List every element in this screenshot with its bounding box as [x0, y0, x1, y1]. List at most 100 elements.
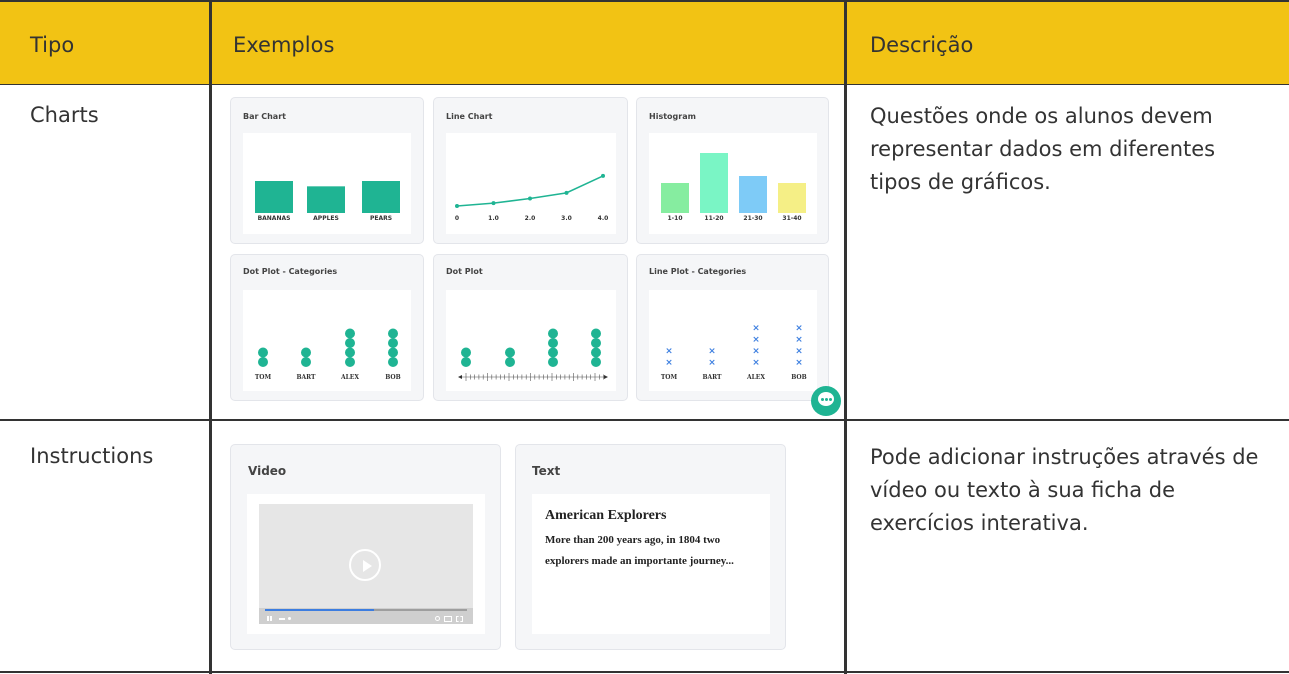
card-title: Line Plot - Categories: [649, 267, 747, 276]
card-title: Dot Plot: [446, 267, 483, 276]
dot: [388, 338, 398, 348]
play-icon[interactable]: [349, 549, 381, 581]
x-mark: ×: [795, 324, 803, 334]
category-label: TOM: [255, 374, 272, 381]
dot-plot-categories-svg: TOM BART ALEX BOB: [255, 328, 401, 381]
chat-bubble-icon[interactable]: [811, 386, 841, 416]
text-body: More than 200 years ago, in 1804 two exp…: [545, 534, 734, 567]
x-mark: ×: [752, 335, 760, 345]
header-tipo: Tipo: [30, 33, 75, 57]
histogram-bar: [739, 176, 767, 213]
header-exemplos: Exemplos: [233, 33, 335, 57]
dot: [505, 357, 515, 367]
bar: [362, 181, 400, 213]
captions-icon[interactable]: [444, 616, 452, 622]
category-label: BART: [702, 374, 722, 381]
histogram-card[interactable]: Histogram 1-10 11-20 21-30 31-40: [636, 97, 829, 244]
dot: [345, 328, 355, 339]
dot: [388, 347, 398, 358]
dot-plot-card[interactable]: Dot Plot: [433, 254, 628, 401]
x-tick-label: 4.0: [598, 215, 609, 222]
x-mark: ×: [795, 358, 803, 368]
dot: [548, 328, 558, 339]
line-chart-card[interactable]: Line Chart 0 1.0 2.0 3.0 4.0: [433, 97, 628, 244]
dot: [591, 328, 601, 339]
bar-chart-svg: BANANAS APPLES PEARS: [255, 181, 400, 222]
text-card[interactable]: Text American Explorers More than 200 ye…: [515, 444, 786, 650]
x-mark: ×: [708, 347, 716, 357]
dot: [388, 328, 398, 339]
volume-icon[interactable]: [279, 618, 285, 620]
bar-chart-plot: BANANAS APPLES PEARS: [243, 133, 411, 234]
bar: [307, 186, 345, 213]
x-mark: ×: [665, 347, 673, 357]
video-player[interactable]: [259, 504, 473, 624]
fullscreen-icon[interactable]: [456, 616, 463, 622]
x-tick-label: 0: [455, 215, 459, 222]
video-progress-fill: [265, 609, 375, 611]
dot: [461, 357, 471, 367]
dot: [301, 357, 311, 367]
series-line: [456, 175, 604, 207]
category-label: TOM: [661, 374, 678, 381]
data-point: [528, 196, 532, 201]
dot: [388, 357, 398, 367]
histogram-bar: [661, 183, 689, 213]
line-chart-svg: 0 1.0 2.0 3.0 4.0: [455, 173, 609, 222]
dot: [591, 338, 601, 348]
pause-icon[interactable]: [267, 616, 269, 621]
data-point: [601, 173, 605, 178]
bar: [255, 181, 293, 213]
dot: [591, 357, 601, 367]
settings-icon[interactable]: [435, 616, 440, 621]
line-plot-categories-plot: × × TOM × × BART × × × × ALEX × × × × BOB: [649, 290, 817, 391]
dot: [301, 347, 311, 358]
description-instructions: Pode adicionar instruções através de víd…: [870, 445, 1259, 535]
x-mark: ×: [665, 358, 673, 368]
bin-label: 31-40: [782, 215, 801, 222]
category-label: ALEX: [340, 374, 359, 381]
line-plot-categories-card[interactable]: Line Plot - Categories × × TOM × × BART × × × × AL…: [636, 254, 829, 401]
x-mark: ×: [795, 347, 803, 357]
column-divider-1: [209, 0, 212, 674]
dot: [461, 347, 471, 358]
text-heading: American Explorers: [545, 508, 667, 523]
axis-arrow-right: [604, 375, 608, 379]
card-title: Video: [248, 464, 287, 478]
bin-label: 1-10: [667, 215, 682, 222]
card-title: Histogram: [649, 112, 696, 121]
dot: [345, 347, 355, 358]
dot-plot-categories-plot: TOM BART ALEX BOB: [243, 290, 411, 391]
histogram-svg: 1-10 11-20 21-30 31-40: [661, 153, 806, 222]
dot-plot-plot: [446, 290, 616, 391]
dot: [258, 347, 268, 358]
histogram-plot: 1-10 11-20 21-30 31-40: [649, 133, 817, 234]
line-plot-categories-svg: ××TOM××BART××××ALEX××××BOB: [661, 324, 807, 382]
card-title: Dot Plot - Categories: [243, 267, 338, 276]
row-label-charts: Charts: [30, 103, 99, 127]
row-divider: [0, 419, 1289, 421]
card-title: Text: [532, 464, 561, 478]
text-container: American Explorers More than 200 years a…: [532, 494, 770, 634]
line-chart-plot: 0 1.0 2.0 3.0 4.0: [446, 133, 616, 234]
bin-label: 11-20: [704, 215, 723, 222]
column-divider-2: [844, 0, 847, 674]
x-tick-label: 1.0: [488, 215, 499, 222]
dot: [548, 357, 558, 367]
chat-widget[interactable]: [811, 386, 844, 419]
x-tick-label: 3.0: [561, 215, 572, 222]
x-mark: ×: [752, 324, 760, 334]
bar-chart-card[interactable]: Bar Chart BANANAS APPLES PEARS: [230, 97, 424, 244]
dot: [548, 338, 558, 348]
axis-arrow-left: [458, 375, 462, 379]
x-mark: ×: [795, 335, 803, 345]
category-label: BANANAS: [258, 215, 291, 222]
video-card[interactable]: Video: [230, 444, 501, 650]
dot-plot-categories-card[interactable]: Dot Plot - Categories TOM BART ALEX BOB: [230, 254, 424, 401]
category-label: ALEX: [746, 374, 765, 381]
video-progress-track[interactable]: [265, 609, 467, 611]
x-tick-label: 2.0: [525, 215, 536, 222]
category-label: BART: [296, 374, 316, 381]
data-point: [564, 190, 569, 195]
bin-label: 21-30: [743, 215, 762, 222]
